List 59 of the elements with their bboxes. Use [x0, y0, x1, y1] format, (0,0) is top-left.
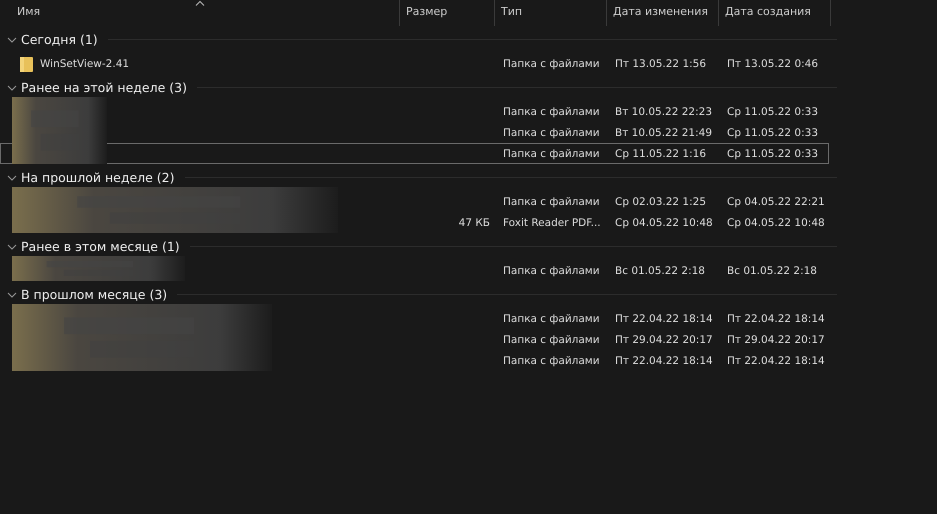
file-type: Папка с файлами — [503, 196, 600, 208]
file-name: WinSetView-2.41 — [40, 58, 130, 70]
column-header[interactable]: Дата изменения — [607, 0, 719, 26]
modified-date: Ср 04.05.22 10:48 — [615, 216, 713, 228]
created-date: Ср 11.05.22 0:33 — [727, 126, 818, 138]
created-date: Ср 04.05.22 10:48 — [727, 216, 825, 228]
group-header[interactable]: На прошлой неделе (2) — [0, 164, 937, 191]
modified-date: Ср 11.05.22 1:16 — [615, 148, 706, 160]
folder-icon — [20, 56, 34, 72]
file-row[interactable]: Папка с файлами Вс 01.05.22 2:18 Вс 01.05.22 2:18 — [0, 260, 829, 281]
file-row[interactable]: Папка с файлами Пт 22.04.22 18:14 Пт 22.04.22 18:14 — [0, 308, 829, 329]
chevron-icon[interactable] — [7, 290, 17, 300]
file-row[interactable]: Папка с файлами Вт 10.05.22 21:49 Ср 11.05.22 0:33 — [0, 122, 829, 143]
created-date: Пт 22.04.22 18:14 — [727, 312, 825, 324]
chevron-icon[interactable] — [7, 172, 17, 182]
column-header[interactable]: Тип — [495, 0, 607, 26]
created-date: Пт 22.04.22 18:14 — [727, 354, 825, 366]
modified-date: Вт 10.05.22 21:49 — [615, 126, 712, 138]
file-type: Папка с файлами — [503, 334, 600, 346]
group-header[interactable]: Ранее в этом месяце (1) — [0, 233, 937, 260]
group-header[interactable]: Сегодня (1) — [0, 26, 937, 53]
chevron-icon[interactable] — [7, 82, 17, 92]
modified-date: Вс 01.05.22 2:18 — [615, 264, 705, 276]
file-type: Папка с файлами — [503, 312, 600, 324]
modified-date: Пт 22.04.22 18:14 — [615, 312, 713, 324]
file-row[interactable]: 47 КБ Foxit Reader PDF... Ср 04.05.22 10:48 Ср 04.05.22 10:48 — [0, 212, 829, 233]
file-size: 47 КБ — [458, 216, 490, 228]
sort-caret-icon — [194, 0, 204, 6]
file-type: Папка с файлами — [503, 354, 600, 366]
created-date: Ср 11.05.22 0:33 — [727, 148, 818, 160]
column-header[interactable]: Имя — [0, 0, 400, 26]
created-date: Ср 04.05.22 22:21 — [727, 196, 825, 208]
column-header[interactable]: Размер — [400, 0, 495, 26]
file-type: Папка с файлами — [503, 106, 600, 118]
file-type: Папка с файлами — [503, 148, 600, 160]
modified-date: Ср 02.03.22 1:25 — [615, 196, 706, 208]
file-type: Папка с файлами — [503, 58, 600, 70]
file-row[interactable]: Папка с файлами Ср 02.03.22 1:25 Ср 04.05.22 22:21 — [0, 191, 829, 212]
file-type: Папка с файлами — [503, 264, 600, 276]
file-type: Папка с файлами — [503, 126, 600, 138]
created-date: Ср 11.05.22 0:33 — [727, 106, 818, 118]
created-date: Пт 13.05.22 0:46 — [727, 58, 818, 70]
chevron-icon[interactable] — [7, 34, 17, 44]
file-row[interactable]: Папка с файлами Ср 11.05.22 1:16 Ср 11.05.22 0:33 — [0, 143, 829, 164]
modified-date: Пт 29.04.22 20:17 — [615, 334, 713, 346]
file-row[interactable]: WinSetView-2.41 Папка с файлами Пт 13.05.22 1:56 Пт 13.05.22 0:46 — [0, 53, 829, 74]
created-date: Пт 29.04.22 20:17 — [727, 334, 825, 346]
modified-date: Пт 22.04.22 18:14 — [615, 354, 713, 366]
file-row[interactable]: Папка с файлами Пт 29.04.22 20:17 Пт 29.04.22 20:17 — [0, 329, 829, 350]
created-date: Вс 01.05.22 2:18 — [727, 264, 817, 276]
file-type: Foxit Reader PDF... — [503, 216, 601, 228]
chevron-icon[interactable] — [7, 242, 17, 252]
group-header[interactable]: В прошлом месяце (3) — [0, 281, 937, 308]
group-header[interactable]: Ранее на этой неделе (3) — [0, 74, 937, 101]
file-row[interactable]: Папка с файлами Пт 22.04.22 18:14 Пт 22.04.22 18:14 — [0, 350, 829, 371]
modified-date: Вт 10.05.22 22:23 — [615, 106, 712, 118]
modified-date: Пт 13.05.22 1:56 — [615, 58, 706, 70]
file-row[interactable]: Папка с файлами Вт 10.05.22 22:23 Ср 11.05.22 0:33 — [0, 101, 829, 122]
column-header[interactable]: Дата создания — [719, 0, 831, 26]
